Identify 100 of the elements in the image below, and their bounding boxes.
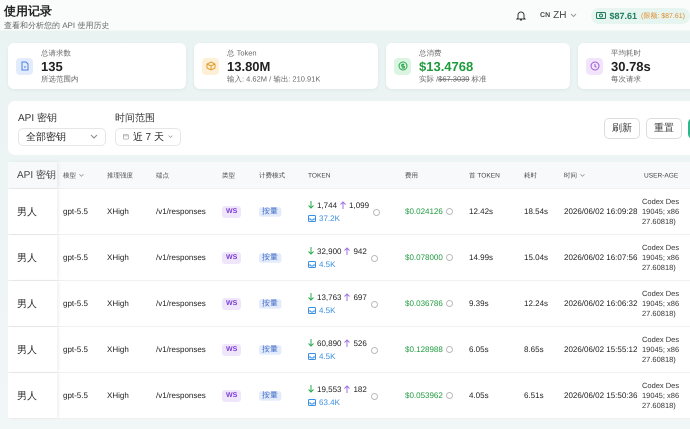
stat-value: 30.78s xyxy=(611,58,651,74)
table-cell: 2026/06/02 16:09:28 xyxy=(564,207,638,216)
stat-icon xyxy=(202,58,219,74)
table-cell: 2026/06/02 15:50:36 xyxy=(564,391,638,400)
input-tokens: 1,744 xyxy=(317,200,338,210)
cache-tokens: 4.5K xyxy=(319,352,336,360)
bell-icon[interactable] xyxy=(516,10,526,21)
table-cell-text: 男人 xyxy=(17,390,37,402)
cost-amount: $0.128988 xyxy=(405,345,443,354)
down-arrow-icon xyxy=(308,201,314,209)
stat-value: 135 xyxy=(41,58,64,74)
table-cell: gpt-5.5 xyxy=(63,299,88,308)
cache-tokens: 63.4K xyxy=(319,398,340,406)
info-icon[interactable] xyxy=(446,346,453,353)
billing-tag: 按量 xyxy=(259,298,282,308)
table-cell: gpt-5.5 xyxy=(63,207,88,216)
table-cell: /v1/responses xyxy=(156,391,206,400)
table-cell: 9.39s xyxy=(469,299,489,308)
down-arrow-icon xyxy=(308,247,314,255)
info-icon[interactable] xyxy=(446,300,453,307)
billing-tag: 按量 xyxy=(259,206,282,216)
table-cell: 15.04s xyxy=(524,253,548,262)
input-tokens: 60,890 xyxy=(317,338,342,348)
output-tokens: 1,099 xyxy=(349,200,370,210)
info-icon[interactable] xyxy=(370,392,378,400)
table-cell: 6.51s xyxy=(524,391,544,400)
sort-chevron-icon[interactable] xyxy=(78,172,84,178)
toolbar-button[interactable]: 刷新 xyxy=(604,118,640,138)
filter-dropdown[interactable]: 近 7 天 xyxy=(115,128,181,146)
inbox-icon xyxy=(308,398,316,406)
down-arrow-icon xyxy=(308,339,314,347)
table-cell: /v1/responses xyxy=(156,299,206,308)
up-arrow-icon xyxy=(344,247,350,255)
filter-dropdown[interactable]: 全部密钥 xyxy=(18,128,106,146)
table-cell-text: 男人 xyxy=(17,298,37,310)
page-title: 使用记录 xyxy=(4,2,53,20)
calendar-icon xyxy=(123,132,129,141)
stat-value: 13.80M xyxy=(227,58,272,74)
table-cell: 12.42s xyxy=(469,207,494,216)
billing-tag: 按量 xyxy=(259,252,282,262)
column-header: API 密钥 xyxy=(17,168,56,182)
inbox-icon xyxy=(308,260,316,268)
output-tokens: 182 xyxy=(353,384,367,394)
up-arrow-icon xyxy=(344,339,350,347)
table-cell: /v1/responses xyxy=(156,345,206,354)
table-cell: /v1/responses xyxy=(156,253,206,262)
output-tokens: 942 xyxy=(353,246,367,256)
cost-amount: $0.036786 xyxy=(405,299,443,308)
toolbar-button[interactable]: 重置 xyxy=(646,118,682,138)
table-cell: 18.54s xyxy=(524,207,548,216)
cost-amount: $0.024126 xyxy=(405,207,443,216)
output-tokens: 697 xyxy=(353,292,367,302)
table-cell-text: 男人 xyxy=(17,252,37,264)
filter-label: API 密钥 xyxy=(18,112,58,124)
filter-label: 时间范围 xyxy=(115,112,156,124)
chevron-down-icon xyxy=(168,134,173,139)
cost-amount: $0.078000 xyxy=(405,253,443,262)
stat-value: $13.4768 xyxy=(419,58,474,74)
info-icon[interactable] xyxy=(370,346,378,354)
table-cell: 2026/06/02 16:07:56 xyxy=(564,253,638,262)
table-cell: 4.05s xyxy=(469,391,489,400)
sort-chevron-icon[interactable] xyxy=(580,172,586,178)
stat-icon xyxy=(586,58,603,74)
stat-icon xyxy=(16,58,33,74)
table-cell: 12.24s xyxy=(524,299,548,308)
table-cell: XHigh xyxy=(107,391,129,400)
table-cell: gpt-5.5 xyxy=(63,391,88,400)
up-arrow-icon xyxy=(344,293,350,301)
billing-tag: 按量 xyxy=(259,344,282,354)
input-tokens: 32,900 xyxy=(317,246,342,256)
table-cell: 2026/06/02 15:55:12 xyxy=(564,345,638,354)
cost-amount: $0.053962 xyxy=(405,391,443,400)
down-arrow-icon xyxy=(308,385,314,393)
up-arrow-icon xyxy=(340,201,346,209)
info-icon[interactable] xyxy=(446,392,453,399)
table-cell: /v1/responses xyxy=(156,207,206,216)
table-cell: gpt-5.5 xyxy=(63,345,88,354)
table-cell: 8.65s xyxy=(524,345,544,354)
table-cell-text: 男人 xyxy=(17,206,37,218)
chevron-down-icon xyxy=(90,134,98,139)
up-arrow-icon xyxy=(344,385,350,393)
table-cell-text: 男人 xyxy=(17,344,37,356)
chevron-down-icon xyxy=(570,13,576,18)
inbox-icon xyxy=(308,214,316,222)
input-tokens: 13,763 xyxy=(317,292,342,302)
down-arrow-icon xyxy=(308,293,314,301)
table-cell: 2026/06/02 16:06:32 xyxy=(564,299,638,308)
table-cell: XHigh xyxy=(107,345,129,354)
info-icon[interactable] xyxy=(446,254,453,261)
table-cell: XHigh xyxy=(107,207,129,216)
info-icon[interactable] xyxy=(373,208,380,216)
table-cell: gpt-5.5 xyxy=(63,253,88,262)
info-icon[interactable] xyxy=(370,300,378,308)
page-subtitle: 查看和分析您的 API 使用历史 xyxy=(4,20,110,27)
input-tokens: 19,553 xyxy=(317,384,342,394)
info-icon[interactable] xyxy=(370,254,378,262)
billing-tag: 按量 xyxy=(259,390,282,400)
stat-icon xyxy=(394,58,411,74)
info-icon[interactable] xyxy=(446,208,453,215)
cache-tokens: 4.5K xyxy=(319,260,336,268)
